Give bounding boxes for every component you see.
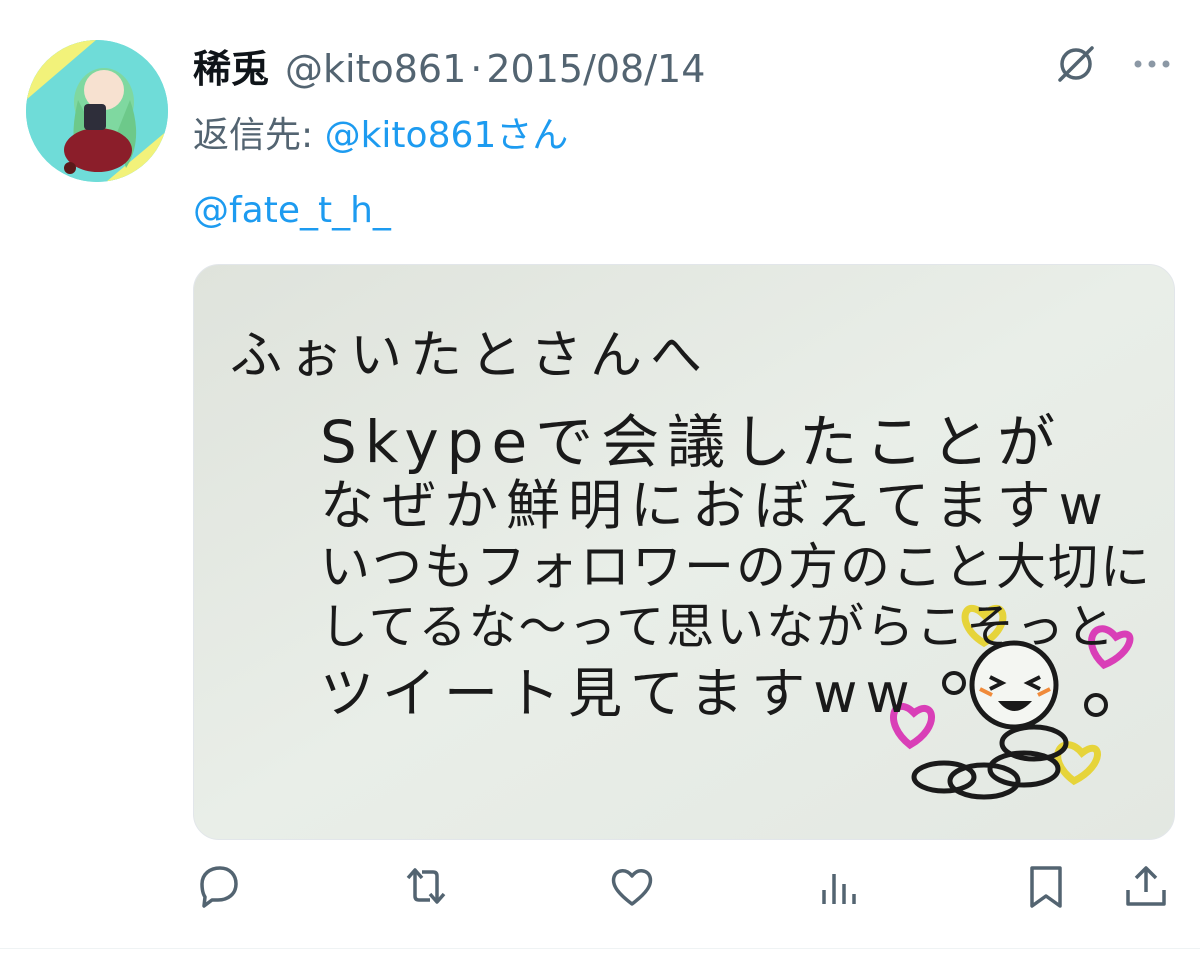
handwritten-line: ツイート見てますww xyxy=(320,662,918,725)
display-name[interactable]: 稀兎 xyxy=(193,38,269,93)
views-button[interactable] xyxy=(812,860,868,916)
reply-prefix: 返信先: xyxy=(193,115,325,156)
retweet-icon xyxy=(400,860,452,916)
tweet-date[interactable]: 2015/08/14 xyxy=(486,47,705,91)
tweet-mention[interactable]: @fate_t_h_ xyxy=(193,190,391,231)
handwritten-line: してるな～って思いながらこそっと xyxy=(320,599,1117,655)
views-icon xyxy=(814,860,866,916)
reply-icon xyxy=(192,860,244,916)
user-handle[interactable]: @kito861 xyxy=(285,47,466,91)
like-icon xyxy=(606,860,658,916)
avatar[interactable] xyxy=(26,40,168,182)
reply-to-link[interactable]: @kito861さん xyxy=(325,115,569,156)
tweet-media-image[interactable]: ふぉいたとさんへ Skypeで会議したことが なぜか鮮明におぼえてますw いつも… xyxy=(193,264,1175,840)
handwritten-message: ふぉいたとさんへ Skypeで会議したことが なぜか鮮明におぼえてますw いつも… xyxy=(194,265,1174,839)
share-icon xyxy=(1120,860,1172,916)
tweet-top-actions xyxy=(1054,42,1174,90)
share-button[interactable] xyxy=(1118,860,1174,916)
tweet-action-bar xyxy=(0,860,1200,920)
divider xyxy=(0,948,1200,949)
bookmark-button[interactable] xyxy=(1018,860,1074,916)
bookmark-icon xyxy=(1020,860,1072,916)
no-translate-icon[interactable] xyxy=(1054,42,1098,90)
reply-button[interactable] xyxy=(190,860,246,916)
like-button[interactable] xyxy=(604,860,660,916)
tweet-header: 稀兎 @kito861 · 2015/08/14 xyxy=(193,38,705,93)
handwritten-line: ふぉいたとさんへ xyxy=(230,326,711,386)
reply-context: 返信先: @kito861さん xyxy=(193,106,568,158)
header-separator: · xyxy=(470,47,483,91)
retweet-button[interactable] xyxy=(398,860,454,916)
more-icon[interactable] xyxy=(1130,42,1174,90)
